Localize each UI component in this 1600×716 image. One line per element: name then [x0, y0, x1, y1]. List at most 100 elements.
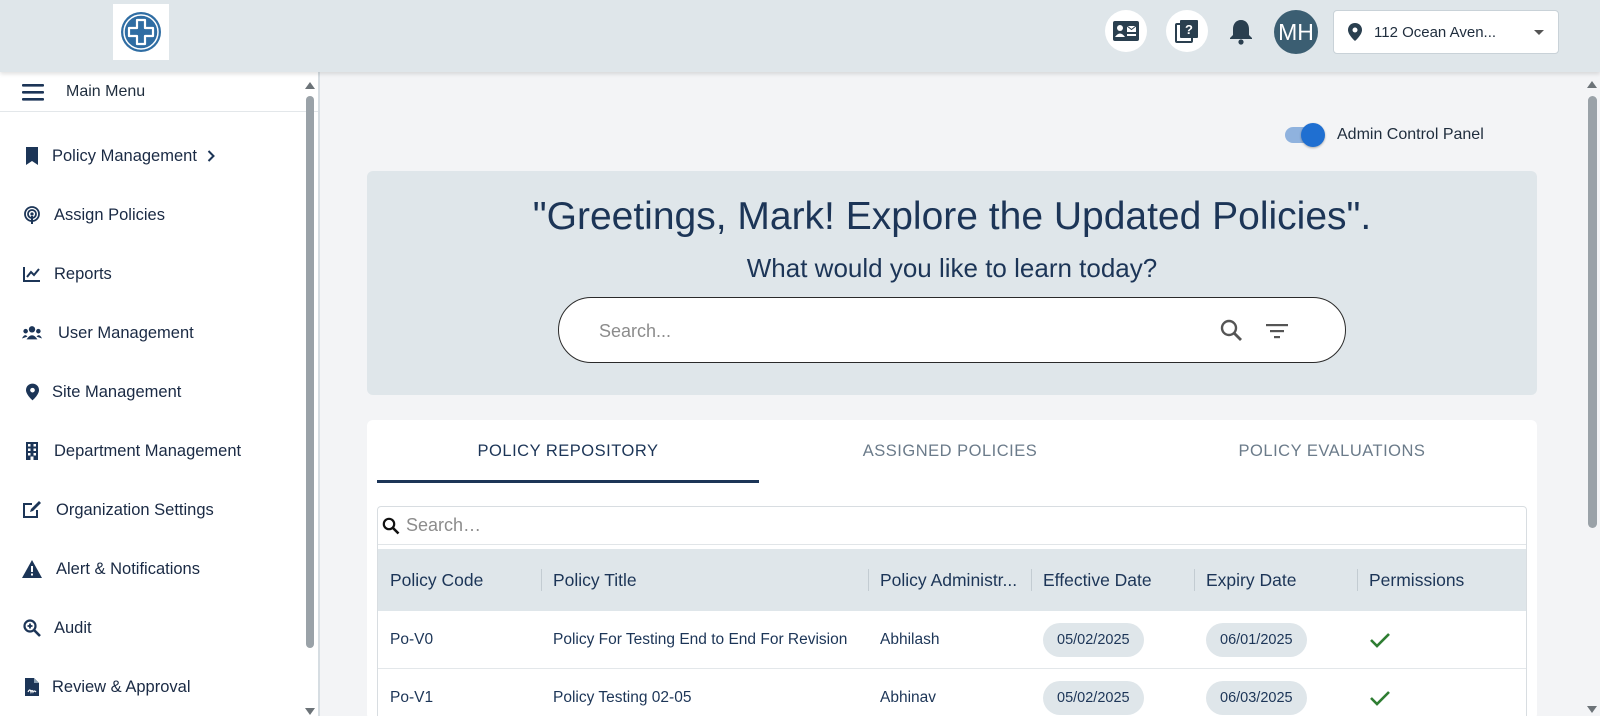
podcast-icon — [22, 205, 42, 225]
cell-policy-code: Po-V1 — [390, 689, 434, 706]
sidebar-item-label: Policy Management — [52, 146, 197, 165]
main-content: Admin Control Panel "Greetings, Mark! Ex… — [322, 72, 1584, 716]
sidebar-scrollbar[interactable] — [305, 82, 315, 715]
scroll-up-icon[interactable] — [305, 82, 315, 89]
sidebar-scroll-thumb[interactable] — [306, 96, 314, 648]
sidebar-item-label: User Management — [58, 323, 194, 342]
sidebar-item-organization-settings[interactable]: Organization Settings — [0, 490, 300, 530]
tab-policy-repository[interactable]: POLICY REPOSITORY — [377, 420, 759, 482]
column-header-expiry-date[interactable]: Expiry Date — [1194, 549, 1357, 611]
column-header-policy-administrator[interactable]: Policy Administr... — [868, 549, 1031, 611]
sidebar-item-label: Reports — [54, 264, 112, 283]
sidebar-item-label: Review & Approval — [52, 677, 191, 696]
logo-icon — [121, 12, 161, 52]
sidebar-item-label: Department Management — [54, 441, 242, 460]
cell-policy-title: Policy Testing 02-05 — [553, 689, 692, 706]
sidebar: Main Menu Policy Management Assign Polic… — [0, 72, 320, 716]
tab-policy-evaluations[interactable]: POLICY EVALUATIONS — [1141, 420, 1523, 482]
sidebar-item-user-management[interactable]: User Management — [0, 313, 300, 353]
sidebar-item-site-management[interactable]: Site Management — [0, 372, 300, 412]
svg-text:?: ? — [1185, 22, 1193, 37]
cell-policy-title: Policy For Testing End to End For Revisi… — [553, 631, 848, 648]
sidebar-item-review-approval[interactable]: Review & Approval — [0, 667, 300, 707]
sidebar-item-label: Alert & Notifications — [56, 559, 200, 578]
sidebar-item-department-management[interactable]: Department Management — [0, 431, 300, 471]
sidebar-item-label: Site Management — [52, 382, 182, 401]
greeting-heading: "Greetings, Mark! Explore the Updated Po… — [532, 195, 1372, 238]
help-library-button[interactable]: ? — [1166, 10, 1208, 52]
column-header-policy-code[interactable]: Policy Code — [378, 549, 541, 611]
column-header-permissions[interactable]: Permissions — [1357, 549, 1526, 611]
sidebar-item-label: Organization Settings — [56, 500, 214, 519]
admin-control-label: Admin Control Panel — [1337, 126, 1484, 143]
sidebar-item-audit[interactable]: Audit — [0, 608, 300, 648]
filter-icon[interactable] — [1264, 318, 1290, 344]
sidebar-item-policy-management[interactable]: Policy Management — [0, 136, 300, 176]
table-row[interactable]: Po-V1 Policy Testing 02-05 Abhinav 05/02… — [378, 669, 1526, 716]
contact-card-icon — [1113, 21, 1139, 41]
zoom-in-icon — [22, 618, 42, 638]
location-pin-icon — [22, 382, 42, 402]
sidebar-item-label: Audit — [54, 618, 92, 637]
table-search-input[interactable] — [406, 515, 1306, 536]
file-signature-icon — [22, 677, 42, 697]
permission-cell — [1357, 669, 1391, 716]
main-menu-title: Main Menu — [66, 82, 146, 100]
help-book-icon: ? — [1175, 20, 1198, 43]
tab-assigned-policies[interactable]: ASSIGNED POLICIES — [759, 420, 1141, 482]
building-icon — [22, 441, 42, 461]
sidebar-item-assign-policies[interactable]: Assign Policies — [0, 195, 300, 235]
location-pin-icon — [1348, 23, 1362, 41]
expiry-date-chip: 06/03/2025 — [1206, 681, 1307, 715]
notifications-button[interactable] — [1224, 14, 1258, 48]
sidebar-item-label: Assign Policies — [54, 205, 165, 224]
policy-panel: POLICY REPOSITORY ASSIGNED POLICIES POLI… — [367, 420, 1537, 716]
cell-policy-admin: Abhilash — [880, 631, 940, 648]
hero-search-input[interactable] — [599, 316, 1179, 346]
toggle-knob[interactable] — [1301, 123, 1325, 147]
sidebar-item-reports[interactable]: Reports — [0, 254, 300, 294]
search-icon — [382, 517, 400, 534]
main-menu-header[interactable]: Main Menu — [0, 72, 318, 112]
table-header: Policy Code Policy Title Policy Administ… — [378, 549, 1526, 611]
warning-icon — [22, 559, 42, 579]
admin-control-toggle[interactable]: Admin Control Panel — [1285, 123, 1484, 147]
chevron-right-icon — [207, 150, 215, 162]
column-header-effective-date[interactable]: Effective Date — [1031, 549, 1194, 611]
cell-policy-admin: Abhinav — [880, 689, 937, 706]
table-search[interactable] — [378, 507, 1526, 545]
chart-line-icon — [22, 264, 42, 284]
main-scroll-thumb[interactable] — [1588, 96, 1597, 528]
toggle-switch[interactable] — [1285, 123, 1325, 147]
app-logo[interactable] — [113, 4, 169, 60]
permission-cell — [1357, 611, 1391, 669]
greeting-subtitle: What would you like to learn today? — [746, 253, 1158, 283]
scroll-down-icon[interactable] — [1587, 706, 1597, 713]
location-select[interactable]: 112 Ocean Aven... — [1333, 10, 1559, 54]
search-icon[interactable] — [1219, 318, 1245, 344]
welcome-banner: "Greetings, Mark! Explore the Updated Po… — [367, 171, 1537, 395]
edit-icon — [22, 500, 42, 520]
effective-date-chip: 05/02/2025 — [1043, 681, 1144, 715]
scroll-down-icon[interactable] — [305, 708, 315, 715]
expiry-date-chip: 06/01/2025 — [1206, 623, 1307, 657]
bookmark-icon — [22, 146, 42, 166]
bell-icon — [1230, 20, 1252, 45]
sidebar-item-alert-notifications[interactable]: Alert & Notifications — [0, 549, 300, 589]
hero-search-box[interactable] — [558, 297, 1346, 363]
top-bar: ? MH 112 Ocean Aven... — [0, 0, 1600, 72]
check-icon — [1370, 691, 1390, 706]
cell-policy-code: Po-V0 — [390, 631, 434, 648]
scroll-up-icon[interactable] — [1587, 81, 1597, 88]
location-label: 112 Ocean Aven... — [1374, 23, 1497, 41]
main-scrollbar[interactable] — [1586, 76, 1598, 716]
chevron-down-icon — [1534, 30, 1544, 35]
contact-card-button[interactable] — [1105, 10, 1147, 52]
avatar[interactable]: MH — [1274, 10, 1318, 54]
hamburger-menu-icon[interactable] — [22, 83, 44, 101]
avatar-initials: MH — [1278, 18, 1314, 45]
column-header-policy-title[interactable]: Policy Title — [541, 549, 868, 611]
effective-date-chip: 05/02/2025 — [1043, 623, 1144, 657]
check-icon — [1370, 633, 1390, 648]
table-row[interactable]: Po-V0 Policy For Testing End to End For … — [378, 611, 1526, 669]
